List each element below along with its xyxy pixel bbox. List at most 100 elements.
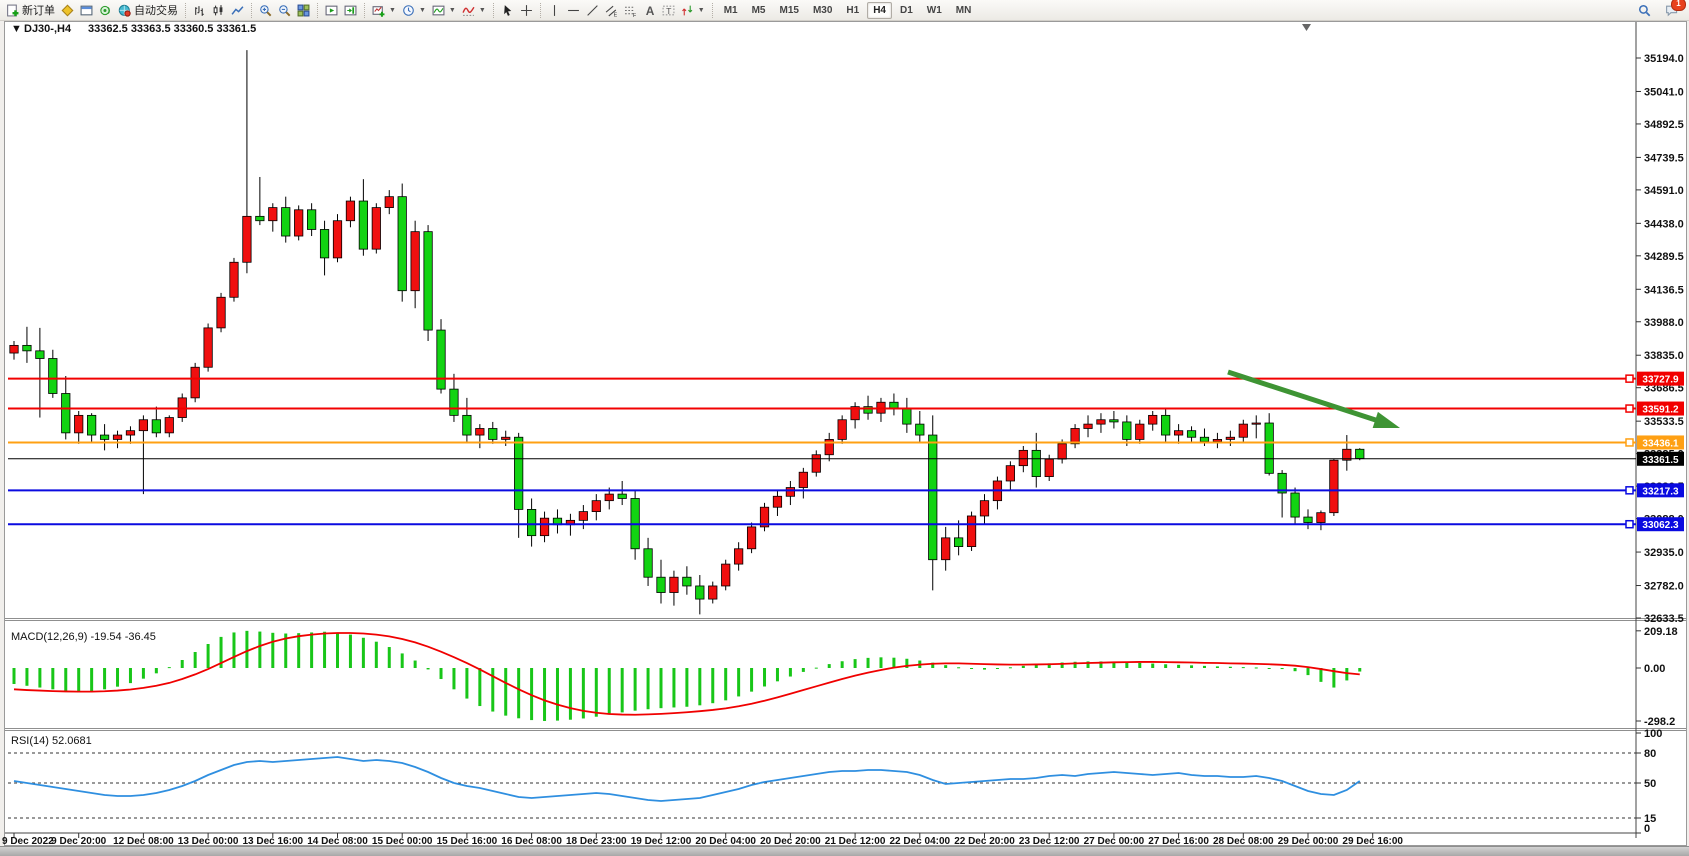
macd-histogram-bar	[207, 644, 210, 668]
text-button[interactable]: A	[641, 2, 658, 19]
level-line-handle[interactable]	[1626, 375, 1633, 382]
macd-histogram-bar	[1177, 665, 1180, 668]
macd-histogram-bar	[892, 658, 895, 668]
macd-histogram-bar	[401, 653, 404, 668]
fibonacci-button[interactable]: F	[622, 2, 639, 19]
candle	[1084, 424, 1092, 428]
notifications-button[interactable]: 1	[1663, 2, 1680, 19]
vertical-line-button[interactable]	[546, 2, 563, 19]
line-chart-icon	[231, 4, 244, 17]
timeframe-MN-button[interactable]: MN	[950, 2, 978, 19]
candle	[579, 512, 587, 521]
candle	[1291, 493, 1299, 517]
candle	[49, 359, 57, 394]
template-button[interactable]: ▼	[430, 2, 458, 19]
candle	[62, 393, 70, 432]
candle	[592, 501, 600, 512]
price-chart[interactable]: 35194.035041.034892.534739.534591.034438…	[0, 0, 1689, 856]
text-icon: A	[643, 4, 656, 17]
toolbar-separator	[185, 3, 186, 18]
timeframe-M5-button[interactable]: M5	[746, 2, 772, 19]
arrows-button[interactable]: ▼	[679, 2, 707, 19]
timeframe-M30-button[interactable]: M30	[807, 2, 838, 19]
timeframe-W1-button[interactable]: W1	[921, 2, 948, 19]
line-chart-button[interactable]	[229, 2, 246, 19]
zoom-in-button[interactable]	[257, 2, 274, 19]
candle	[1213, 439, 1221, 441]
timeframe-H1-button[interactable]: H1	[840, 2, 865, 19]
timeframe-D1-button[interactable]: D1	[894, 2, 919, 19]
macd-histogram-bar	[51, 668, 54, 689]
macd-histogram-bar	[854, 659, 857, 668]
candle	[734, 549, 742, 564]
timeframe-M1-button[interactable]: M1	[718, 2, 744, 19]
price-tick-label: 34739.5	[1644, 152, 1684, 164]
macd-histogram-bar	[103, 668, 106, 689]
macd-histogram-bar	[647, 668, 650, 709]
chart-dropdown-icon[interactable]: ▼	[11, 23, 22, 35]
candle	[773, 496, 781, 507]
autotrading-button[interactable]: 自动交易	[116, 0, 180, 20]
market-watch-button[interactable]	[78, 2, 95, 19]
crosshair-button[interactable]	[518, 2, 535, 19]
zoom-out-icon	[278, 4, 291, 17]
level-price-tag-label: 33062.3	[1642, 520, 1679, 531]
macd-histogram-bar	[1151, 664, 1154, 668]
alerts-button[interactable]	[97, 2, 114, 19]
history-button[interactable]	[59, 2, 76, 19]
macd-histogram-bar	[1022, 666, 1025, 668]
candle	[346, 201, 354, 221]
candle	[799, 472, 807, 487]
cursor-button[interactable]	[499, 2, 516, 19]
candle	[1097, 420, 1105, 424]
tile-windows-button[interactable]	[295, 2, 312, 19]
candle	[527, 509, 535, 535]
candle	[812, 455, 820, 472]
candle	[139, 420, 147, 431]
candle	[747, 527, 755, 549]
tile-windows-icon	[297, 4, 310, 17]
candle	[256, 216, 264, 220]
chart-shift-button[interactable]	[342, 2, 359, 19]
macd-histogram-bar	[194, 652, 197, 668]
rsi-label: RSI(14) 52.0681	[11, 735, 92, 747]
status-bar	[0, 846, 1689, 856]
macd-histogram-bar	[310, 632, 313, 668]
candle	[372, 208, 380, 250]
level-line-handle[interactable]	[1626, 439, 1633, 446]
new-chart-button[interactable]: ▼	[370, 2, 398, 19]
macd-histogram-bar	[1345, 668, 1348, 680]
candle	[967, 516, 975, 547]
zoom-out-button[interactable]	[276, 2, 293, 19]
channel-button[interactable]: E	[603, 2, 620, 19]
alerts-icon	[99, 4, 112, 17]
auto-scroll-button[interactable]	[323, 2, 340, 19]
candle	[696, 586, 704, 599]
candle	[1265, 423, 1273, 473]
channel-icon: E	[605, 4, 618, 17]
macd-histogram-bar	[595, 668, 598, 717]
trendline-button[interactable]	[584, 2, 601, 19]
price-tick-label: 32782.0	[1644, 581, 1684, 593]
level-line-handle[interactable]	[1626, 405, 1633, 412]
level-line-handle[interactable]	[1626, 487, 1633, 494]
macd-histogram-bar	[517, 668, 520, 718]
macd-histogram-bar	[737, 668, 740, 696]
timeframe-M15-button[interactable]: M15	[774, 2, 805, 19]
candlestick-button[interactable]	[210, 2, 227, 19]
timeframe-H4-button[interactable]: H4	[867, 2, 892, 19]
bar-chart-button[interactable]	[191, 2, 208, 19]
horizontal-line-button[interactable]	[565, 2, 582, 19]
macd-histogram-bar	[465, 668, 468, 699]
level-line-handle[interactable]	[1626, 521, 1633, 528]
period-button[interactable]: ▼	[400, 2, 428, 19]
macd-histogram-bar	[608, 668, 611, 715]
search-button[interactable]	[1636, 2, 1653, 19]
candle	[217, 297, 225, 328]
macd-histogram-bar	[789, 668, 792, 677]
indicators-button[interactable]: ▼	[460, 2, 488, 19]
macd-histogram-bar	[414, 661, 417, 668]
new-order-button[interactable]: 新订单	[4, 0, 57, 20]
candle	[1356, 449, 1364, 458]
text-label-button[interactable]: T	[660, 2, 677, 19]
